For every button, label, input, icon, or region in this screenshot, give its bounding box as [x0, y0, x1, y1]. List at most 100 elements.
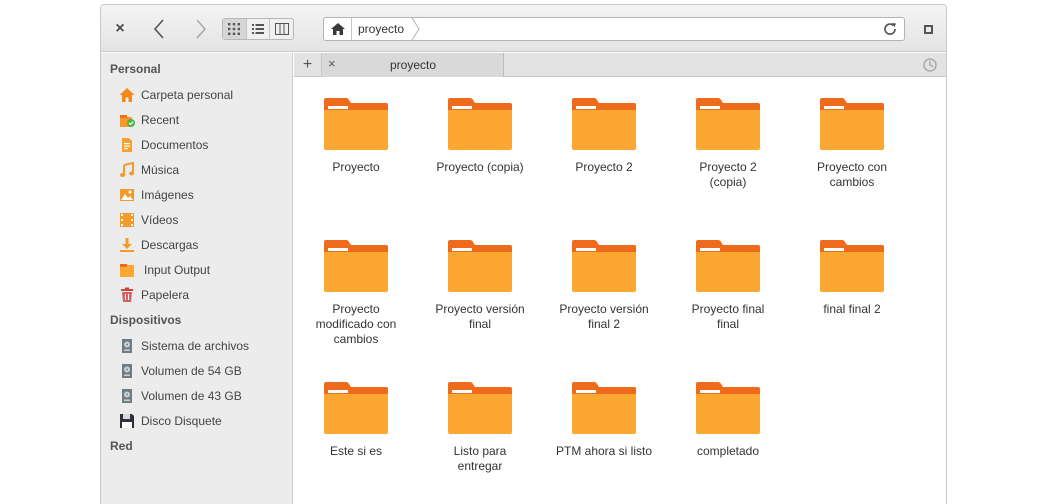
location-bar[interactable]: proyecto [323, 17, 905, 41]
folder-label-line: Listo para [453, 444, 507, 458]
folder-icon [448, 382, 512, 434]
new-tab-button[interactable]: + [294, 53, 322, 76]
folder-label-line: (copia) [709, 175, 747, 189]
folder-item[interactable]: Proyecto 2 [549, 98, 659, 175]
folder-label-line: Proyecto 2 [699, 160, 757, 174]
folder-item[interactable]: Proyecto versión final [425, 240, 535, 332]
folder-icon [696, 382, 760, 434]
folder-item[interactable]: PTM ahora si listo [549, 382, 659, 459]
sidebar-item-volumen-54[interactable]: Volumen de 54 GB [119, 361, 242, 381]
folder-item[interactable]: Proyecto 2 (copia) [673, 98, 783, 190]
folder-icon [696, 98, 760, 150]
breadcrumb[interactable]: proyecto [358, 18, 404, 40]
sidebar-item-musica[interactable]: Música [119, 160, 179, 180]
folder-icon [820, 240, 884, 292]
file-grid: Proyecto Proyecto (copia) Proyecto 2 Proyec… [294, 78, 946, 504]
music-icon [119, 161, 135, 178]
folder-label: completado [673, 444, 783, 459]
sidebar-header-red: Red [110, 439, 133, 453]
refresh-icon[interactable] [882, 21, 898, 37]
folder-label: Proyecto (copia) [425, 160, 535, 175]
folder-icon [324, 98, 388, 150]
folder-label-line: entregar [457, 459, 503, 473]
maximize-icon[interactable] [924, 25, 933, 34]
sidebar-item-disco-disquete[interactable]: Disco Disquete [119, 411, 222, 431]
toolbar: × proyecto [101, 5, 946, 52]
tab-bar: + × proyecto [294, 53, 946, 77]
folder-icon [696, 240, 760, 292]
column-view-icon[interactable] [270, 19, 293, 39]
folder-item[interactable]: Proyecto [301, 98, 411, 175]
folder-label-line: PTM ahora si listo [555, 444, 653, 458]
list-view-icon[interactable] [247, 19, 271, 39]
folder-label: Proyecto 2 (copia) [673, 160, 783, 190]
floppy-icon [119, 413, 135, 429]
folder-item[interactable]: final final 2 [797, 240, 907, 317]
folder-label-line: final 2 [587, 317, 621, 331]
file-manager-window: × proyecto Personal Carpeta personal Rec… [100, 4, 947, 504]
folder-icon [572, 240, 636, 292]
folder-label: Proyecto 2 [549, 160, 659, 175]
folder-item[interactable]: completado [673, 382, 783, 459]
sidebar-item-volumen-43[interactable]: Volumen de 43 GB [119, 386, 242, 406]
sidebar-item-input-output[interactable]: Input Output [119, 260, 210, 280]
sidebar-item-carpeta-personal[interactable]: Carpeta personal [119, 85, 233, 105]
drive-icon [119, 388, 135, 404]
download-icon [119, 237, 135, 253]
sidebar-item-videos[interactable]: Vídeos [119, 210, 178, 230]
sidebar-item-descargas[interactable]: Descargas [119, 235, 198, 255]
home-icon [119, 87, 135, 103]
folder-label-line: Proyecto 2 [575, 160, 633, 174]
folder-label: Este si es [301, 444, 411, 459]
folder-label: final final 2 [797, 302, 907, 317]
sidebar-item-sistema-de-archivos[interactable]: Sistema de archivos [119, 336, 249, 356]
folder-label: Proyecto versión final 2 [549, 302, 659, 332]
folder-label: PTM ahora si listo [549, 444, 659, 459]
close-icon[interactable]: × [111, 20, 129, 38]
folder-icon [324, 240, 388, 292]
folder-label: Proyecto [301, 160, 411, 175]
folder-item[interactable]: Proyecto versión final 2 [549, 240, 659, 332]
sidebar-header-personal: Personal [110, 62, 161, 76]
chevron-right-icon[interactable] [191, 17, 211, 41]
document-icon [119, 137, 135, 153]
folder-label: Proyecto final final [673, 302, 783, 332]
folder-label-line: Proyecto con [816, 160, 888, 174]
folder-label-line: Proyecto (copia) [436, 160, 524, 174]
folder-item[interactable]: Listo para entregar [425, 382, 535, 474]
folder-item[interactable]: Este si es [301, 382, 411, 459]
recent-icon [119, 112, 135, 128]
video-icon [119, 212, 135, 228]
home-icon[interactable] [324, 18, 352, 40]
folder-icon [572, 98, 636, 150]
grid-view-icon[interactable] [223, 19, 247, 39]
folder-label-line: cambios [829, 175, 875, 189]
sidebar-item-papelera[interactable]: Papelera [119, 285, 189, 305]
history-icon[interactable] [922, 57, 938, 73]
folder-label-line: modificado con [315, 317, 397, 331]
folder-label-line: Proyecto [332, 302, 380, 316]
folder-label-line: final [468, 317, 491, 331]
sidebar-item-recent[interactable]: Recent [119, 110, 179, 130]
drive-icon [119, 338, 135, 354]
image-icon [119, 187, 135, 203]
sidebar-item-documentos[interactable]: Documentos [119, 135, 208, 155]
sidebar: Personal Carpeta personal Recent Documen… [101, 53, 293, 504]
drive-icon [119, 363, 135, 379]
chevron-left-icon[interactable] [149, 17, 169, 41]
folder-icon [448, 98, 512, 150]
folder-item[interactable]: Proyecto con cambios [797, 98, 907, 190]
folder-icon [324, 382, 388, 434]
folder-label-line: final final 2 [823, 302, 881, 316]
folder-item[interactable]: Proyecto final final [673, 240, 783, 332]
sidebar-item-imagenes[interactable]: Imágenes [119, 185, 194, 205]
tab-proyecto[interactable]: × proyecto [322, 53, 504, 77]
folder-label-line: Proyecto [332, 160, 380, 174]
folder-item[interactable]: Proyecto modificado con cambios [301, 240, 411, 347]
breadcrumb-separator [411, 18, 420, 40]
sidebar-header-dispositivos: Dispositivos [110, 313, 182, 327]
folder-label: Listo para entregar [425, 444, 535, 474]
folder-label: Proyecto modificado con cambios [301, 302, 411, 347]
folder-icon [448, 240, 512, 292]
folder-item[interactable]: Proyecto (copia) [425, 98, 535, 175]
